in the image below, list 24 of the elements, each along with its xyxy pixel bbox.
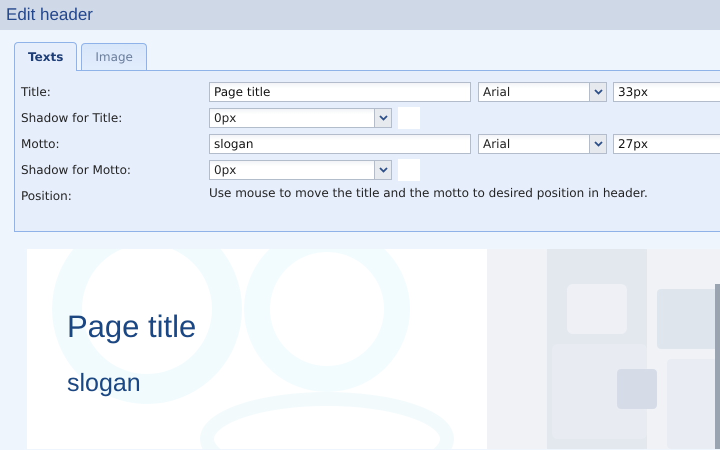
field-label: Title: — [21, 85, 52, 99]
chevron-down-icon — [378, 167, 388, 173]
chevron-down-icon — [594, 89, 602, 95]
chevron-down-icon — [378, 115, 388, 121]
chevron-down-icon — [594, 141, 602, 147]
shadow-dropdown[interactable]: 0px — [209, 160, 392, 180]
font-dropdown[interactable]: Arial — [478, 82, 607, 102]
font-dropdown[interactable]: Arial — [478, 134, 607, 154]
header-motto[interactable]: slogan — [67, 369, 141, 398]
field-label: Motto: — [21, 137, 60, 151]
size-field[interactable]: 27px — [613, 134, 720, 154]
field-label: Shadow for Motto: — [21, 163, 132, 177]
text-field[interactable]: slogan — [209, 134, 471, 154]
shadow-dropdown[interactable]: 0px — [209, 108, 392, 128]
window-title: Edit header — [6, 5, 93, 25]
tab[interactable]: Texts — [14, 42, 78, 71]
size-field[interactable]: 33px — [613, 82, 720, 102]
instruction-text: Use mouse to move the title and the motto to desired position in header. — [209, 185, 648, 200]
color-swatch[interactable] — [398, 159, 420, 181]
field-label: Shadow for Title: — [21, 111, 124, 125]
color-swatch[interactable] — [398, 107, 420, 129]
header-title[interactable]: Page title — [67, 309, 196, 345]
field-label: Position: — [21, 189, 73, 203]
text-field[interactable]: Page title — [209, 82, 471, 102]
